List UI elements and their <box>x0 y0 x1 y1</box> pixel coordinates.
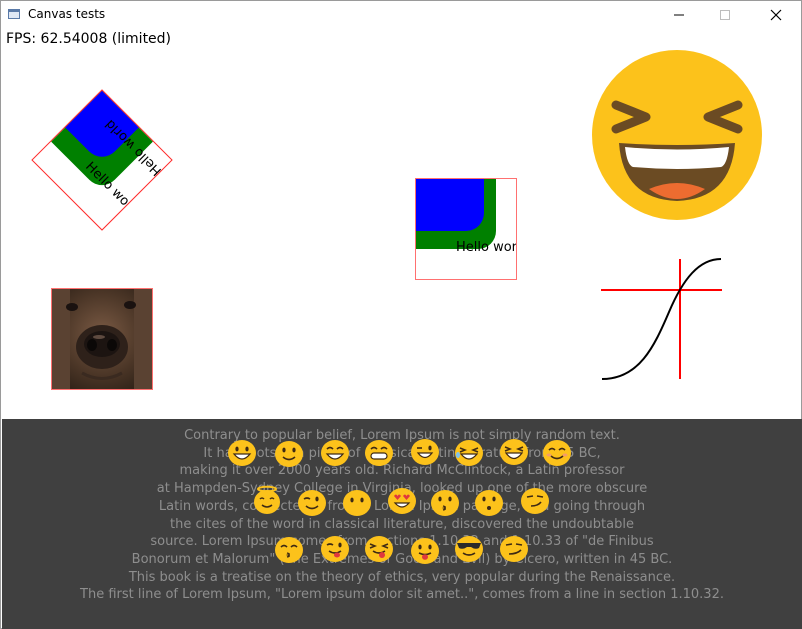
tongue-out-face-icon <box>365 536 393 562</box>
sigmoid-curve-plot <box>599 257 725 381</box>
app-window: Canvas tests FPS: 62.54008 (limited) Hel… <box>0 0 802 629</box>
minimize-icon <box>674 14 684 16</box>
smiling-face-icon <box>275 441 303 467</box>
heart-eyes-face-icon <box>388 488 416 514</box>
halo-face-icon <box>254 485 280 514</box>
plain-label: Hello world <box>456 240 517 255</box>
rotated-shape-box: Hello world Hello world <box>31 89 173 231</box>
smirk-face-icon <box>521 488 549 514</box>
paragraph-line: The first line of Lorem Ipsum, "Lorem ip… <box>80 587 724 603</box>
title-bar[interactable]: Canvas tests <box>1 1 801 29</box>
paragraph-line: Bonorum et Malorum" (The Extremes of Goo… <box>131 551 673 567</box>
blue-rounded-rect <box>416 179 484 231</box>
window-title: Canvas tests <box>28 7 106 21</box>
grinning-face-icon <box>228 440 256 466</box>
laughing-face-icon <box>591 49 763 221</box>
paragraph-line: It has roots in a piece of classical Lat… <box>203 445 601 461</box>
blush-kiss-face-icon <box>475 490 503 516</box>
grin-sweat-face-icon <box>321 440 349 466</box>
plain-shape-box: Hello world <box>415 178 517 280</box>
kissing-face-icon <box>431 490 459 516</box>
fps-counter: FPS: 62.54008 (limited) <box>6 31 172 47</box>
neutral-face-icon <box>343 490 371 516</box>
app-window-icon <box>8 9 20 19</box>
paragraph-line: making it over 2000 years old. Richard M… <box>179 463 625 479</box>
smiling-closed-eyes-icon <box>543 440 571 466</box>
wink-face-icon <box>298 490 326 516</box>
paragraph-line: Contrary to popular belief, Lorem Ipsum … <box>184 428 620 443</box>
text-panel: Contrary to popular belief, Lorem Ipsum … <box>2 419 802 629</box>
laughing-tear-face-icon <box>455 440 483 466</box>
sunglasses-face-icon <box>455 536 483 562</box>
dog-image <box>51 288 153 390</box>
paragraph-line: This book is a treatise on the theory of… <box>128 569 676 585</box>
tongue-wink-face-icon <box>321 536 349 562</box>
paragraph-line: source. Lorem Ipsum comes from sections … <box>150 534 654 550</box>
close-icon <box>770 9 782 21</box>
tongue-face-icon <box>411 538 439 564</box>
close-button[interactable] <box>753 1 799 29</box>
beaming-face-icon <box>365 440 393 466</box>
wink-grin-face-icon <box>411 439 439 465</box>
minimize-button[interactable] <box>656 1 702 29</box>
laughing-face-small-icon <box>500 439 528 465</box>
paragraph-line: the cites of the word in classical liter… <box>170 516 634 532</box>
kiss-closed-eyes-icon <box>275 537 303 563</box>
maximize-icon <box>720 10 730 20</box>
smirk-face-2-icon <box>500 536 528 562</box>
maximize-button[interactable] <box>702 1 748 29</box>
lorem-paragraph: Contrary to popular belief, Lorem Ipsum … <box>2 427 802 604</box>
